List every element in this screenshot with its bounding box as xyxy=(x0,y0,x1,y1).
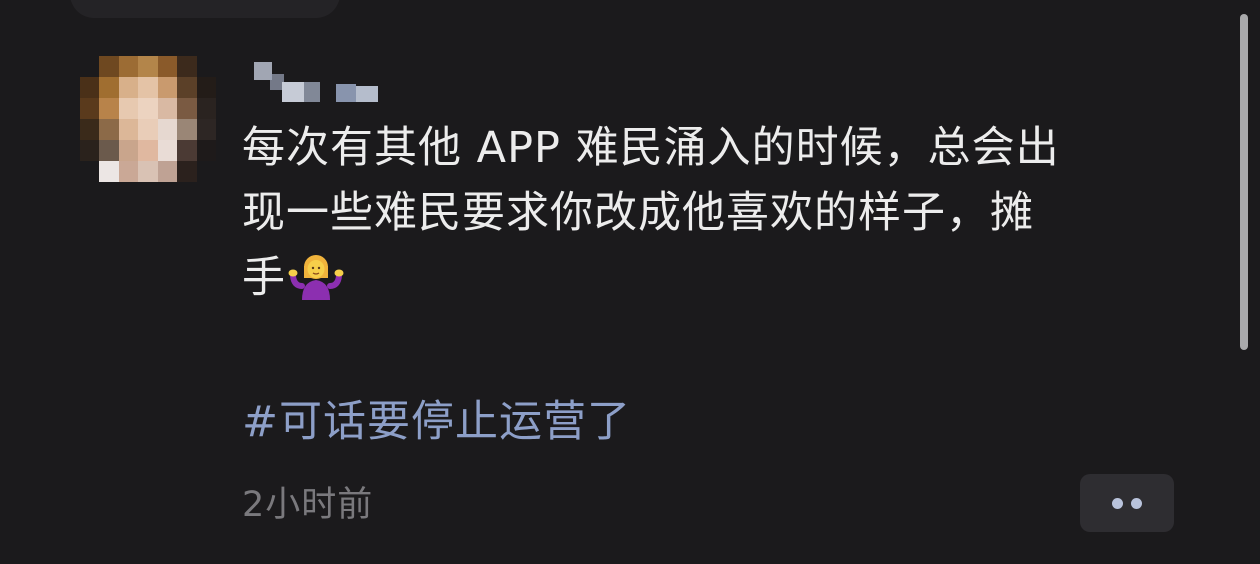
post-screen: 每次有其他 APP 难民涌入的时候，总会出 现一些难民要求你改成他喜欢的样子，摊… xyxy=(0,0,1260,564)
more-dots-icon xyxy=(1112,497,1123,509)
more-options-button[interactable] xyxy=(1080,474,1174,532)
post-text-line1: 每次有其他 APP 难民涌入的时候，总会出 xyxy=(242,123,1060,173)
post-timestamp: 2小时前 xyxy=(242,485,374,525)
person-shrugging-emoji xyxy=(288,255,344,300)
post-text-line2: 现一些难民要求你改成他喜欢的样子，摊 xyxy=(242,188,1034,238)
topic-hashtag-link[interactable]: #可话要停止运营了 xyxy=(242,392,631,452)
username-blurred[interactable] xyxy=(248,56,388,102)
more-dots-icon xyxy=(1131,497,1142,509)
scrollbar[interactable] xyxy=(1240,14,1248,350)
post-text-line3: 手 xyxy=(242,253,286,303)
avatar[interactable] xyxy=(80,56,216,182)
post-body: 每次有其他 APP 难民涌入的时候，总会出 现一些难民要求你改成他喜欢的样子，摊… xyxy=(242,116,1182,311)
previous-item-edge xyxy=(70,0,340,18)
